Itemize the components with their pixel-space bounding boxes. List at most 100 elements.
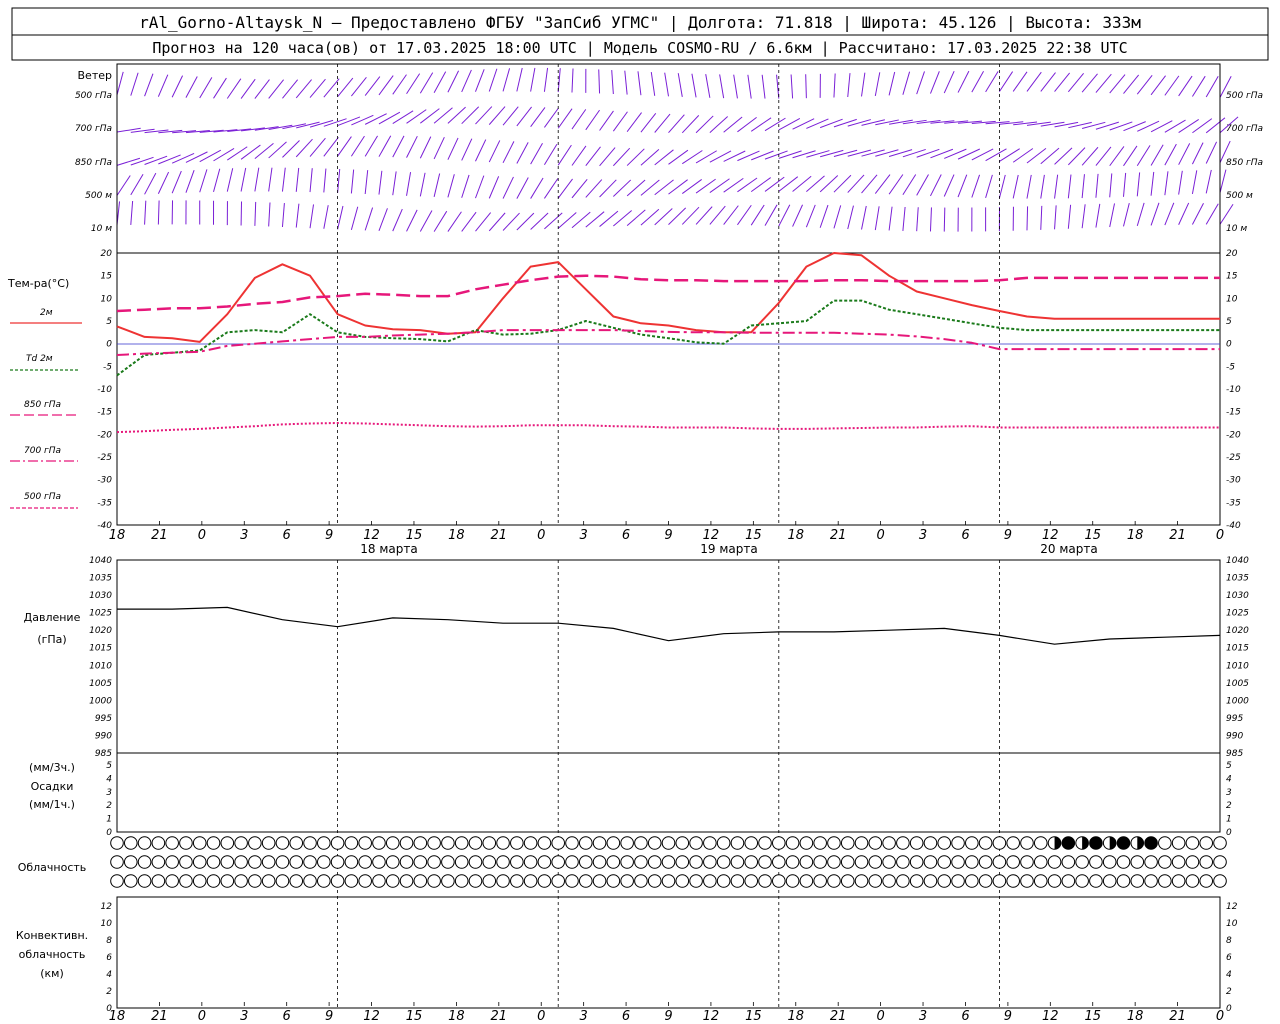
wind-barb — [350, 206, 359, 231]
pressure-ytick-right: 1015 — [1226, 644, 1249, 654]
cloud-circle — [1116, 874, 1131, 888]
x-mid-tick-label: 3 — [580, 528, 588, 543]
wind-barb — [157, 171, 170, 194]
cloud-circle — [882, 836, 896, 850]
wind-barb — [516, 106, 532, 127]
cloud-circle — [482, 874, 497, 888]
wind-barb — [447, 211, 462, 232]
cloud-circle — [317, 874, 331, 888]
wind-barb — [957, 174, 968, 198]
temp-ytick-left: -10 — [97, 385, 112, 395]
wind-barb — [668, 114, 685, 134]
pressure-ytick-left: 1030 — [89, 591, 112, 601]
cloud-circle — [179, 855, 193, 869]
cloud-circle — [496, 874, 510, 888]
wind-barb — [1081, 204, 1086, 229]
wind-barb — [833, 149, 858, 157]
wind-barb — [171, 152, 195, 164]
cloud-circle — [1199, 836, 1214, 850]
wind-barb — [668, 207, 687, 225]
x-axis-bottom: 18 21 0 3 6 9 12 15 18 21 0 3 6 9 12 15 18 21 0 3 6 9 12 15 18 21… — [109, 1002, 1224, 1024]
wind-barb — [516, 67, 523, 92]
x-bottom-tick-label: 0 — [198, 1009, 206, 1024]
wind-barb — [1081, 146, 1099, 166]
cloud-circle — [1116, 855, 1131, 869]
cloud-circle — [413, 855, 428, 869]
conv-label-3: (км) — [40, 967, 64, 980]
pressure-ytick-left: 1020 — [89, 626, 112, 636]
wind-barb — [350, 135, 365, 157]
wind-barb — [392, 171, 397, 196]
wind-barb — [929, 71, 940, 94]
conv-ytick-right: 12 — [1226, 902, 1238, 912]
cloud-circle — [151, 855, 166, 869]
wind-barb — [599, 179, 617, 198]
pressure-ytick-left: 1010 — [89, 661, 112, 671]
x-mid-tick-label: 21 — [151, 528, 168, 543]
temp-ytick-left: -35 — [97, 498, 112, 508]
cloud-circle — [634, 855, 648, 869]
header-line2: Прогноз на 120 часа(ов) от 17.03.2025 18… — [152, 39, 1127, 57]
cloud-circle — [123, 836, 138, 850]
precip-label-1: (мм/3ч.) — [29, 761, 75, 774]
wind-barb — [820, 149, 844, 158]
pressure-ytick-right: 1000 — [1226, 696, 1249, 706]
wind-barb — [530, 177, 544, 199]
wind-barb — [419, 72, 434, 94]
precip-ytick-right: 1 — [1226, 815, 1232, 825]
wind-barb — [1109, 203, 1116, 228]
cloud-circle — [523, 855, 538, 869]
wind-barb — [488, 140, 501, 163]
x-bottom-tick-label: 3 — [580, 1009, 588, 1024]
wind-barb — [847, 205, 854, 230]
cloud-circle — [248, 855, 262, 869]
cloud-circle — [827, 874, 841, 888]
cloud-circle — [165, 874, 179, 888]
temp-ytick-right: 15 — [1226, 272, 1238, 282]
cloud-circle — [868, 874, 883, 888]
cloud-circle — [165, 836, 179, 850]
cloud-circle — [496, 855, 510, 869]
x-bottom-tick-label: 18 — [109, 1009, 126, 1024]
cloud-circle — [1006, 836, 1020, 850]
wind-barb — [240, 167, 247, 192]
wind-barb — [254, 201, 257, 226]
wind-barb — [695, 206, 713, 225]
cloud-circle — [317, 855, 331, 869]
cloud-circle — [620, 874, 634, 888]
cloud-circle — [675, 836, 690, 850]
cloud-circle — [110, 855, 124, 869]
cloud-circle — [1006, 874, 1020, 888]
cloud-circle — [234, 855, 248, 869]
wind-barb — [1219, 169, 1227, 194]
wind-barb — [1122, 172, 1127, 197]
wind-barb — [392, 135, 405, 158]
x-mid-tick-label: 9 — [1004, 528, 1012, 543]
conv-label-1: Конвективн. — [16, 929, 88, 942]
wind-barb — [130, 156, 154, 166]
conv-ytick-left: 10 — [101, 919, 113, 929]
wind-barb — [475, 175, 485, 199]
wind-barb — [475, 69, 485, 92]
wind-level-850hpa: 850 гПа — [75, 158, 112, 168]
cloud-circle — [578, 836, 593, 850]
temp-panel-labels: Тем-ра(°C) 2м Td 2м 850 гПа 700 гПа 500 … — [7, 277, 82, 509]
cloud-circle — [730, 874, 745, 888]
cloud-circle — [840, 874, 855, 888]
cloud-circle — [317, 836, 331, 850]
pressure-ytick-right: 1025 — [1226, 609, 1249, 619]
pressure-ytick-right: 1040 — [1226, 556, 1249, 566]
cloud-circle — [758, 836, 772, 850]
wind-barb — [268, 167, 273, 192]
wind-barb — [640, 112, 657, 133]
cloud-circle — [1102, 855, 1117, 869]
cloud-circle — [1061, 874, 1076, 888]
cloud-circle — [854, 874, 869, 888]
cloud-circle — [716, 836, 731, 850]
x-mid-tick-label: 0 — [1216, 528, 1224, 543]
cloud-circle — [1130, 874, 1145, 888]
wind-barb — [847, 119, 871, 127]
wind-barb — [998, 71, 1014, 92]
x-mid-tick-label: 3 — [240, 528, 248, 543]
cloud-circle — [730, 855, 745, 869]
